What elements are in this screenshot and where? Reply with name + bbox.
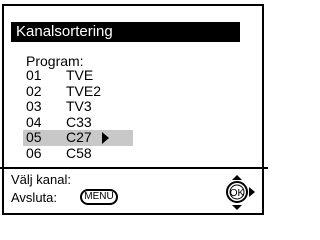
channel-name: TV3 <box>66 98 92 114</box>
channel-name: C27 <box>66 129 92 145</box>
channel-name: TVE2 <box>66 82 102 99</box>
channel-row-04[interactable]: 04 C33 <box>23 113 133 131</box>
channel-row-02[interactable]: 02 TVE2 <box>23 82 133 100</box>
channel-number: 02 <box>26 82 42 99</box>
channel-number: 03 <box>26 98 42 114</box>
channel-name: TVE <box>66 67 94 83</box>
channel-row-03[interactable]: 03 TV3 <box>23 98 133 115</box>
channel-number: 06 <box>26 144 42 161</box>
ok-label: OK <box>230 188 245 199</box>
menu-title: Kanalsortering <box>11 22 240 42</box>
channel-row-05-selected[interactable]: 05 C27 <box>23 129 133 146</box>
ok-navigation-icon[interactable]: OK <box>214 172 260 212</box>
channel-number: 04 <box>26 113 42 130</box>
right-arrow-icon <box>249 187 255 197</box>
channel-row-06[interactable]: 06 C58 <box>23 144 133 162</box>
menu-button[interactable]: MENU <box>80 189 118 205</box>
exit-hint: Avsluta: <box>11 190 58 205</box>
down-arrow-icon <box>232 205 242 210</box>
channel-name: C58 <box>66 144 92 161</box>
footer-divider <box>0 167 268 169</box>
channel-list: 01 TVE 02 TVE2 03 TV3 04 C33 05 C27 06 C… <box>23 67 133 162</box>
select-channel-hint: Välj kanal: <box>11 172 71 187</box>
channel-number: 05 <box>26 129 42 145</box>
channel-number: 01 <box>26 67 42 83</box>
up-arrow-icon <box>232 175 242 180</box>
right-arrow-icon <box>102 132 109 144</box>
channel-row-01[interactable]: 01 TVE <box>23 67 133 84</box>
channel-name: C33 <box>66 113 92 130</box>
